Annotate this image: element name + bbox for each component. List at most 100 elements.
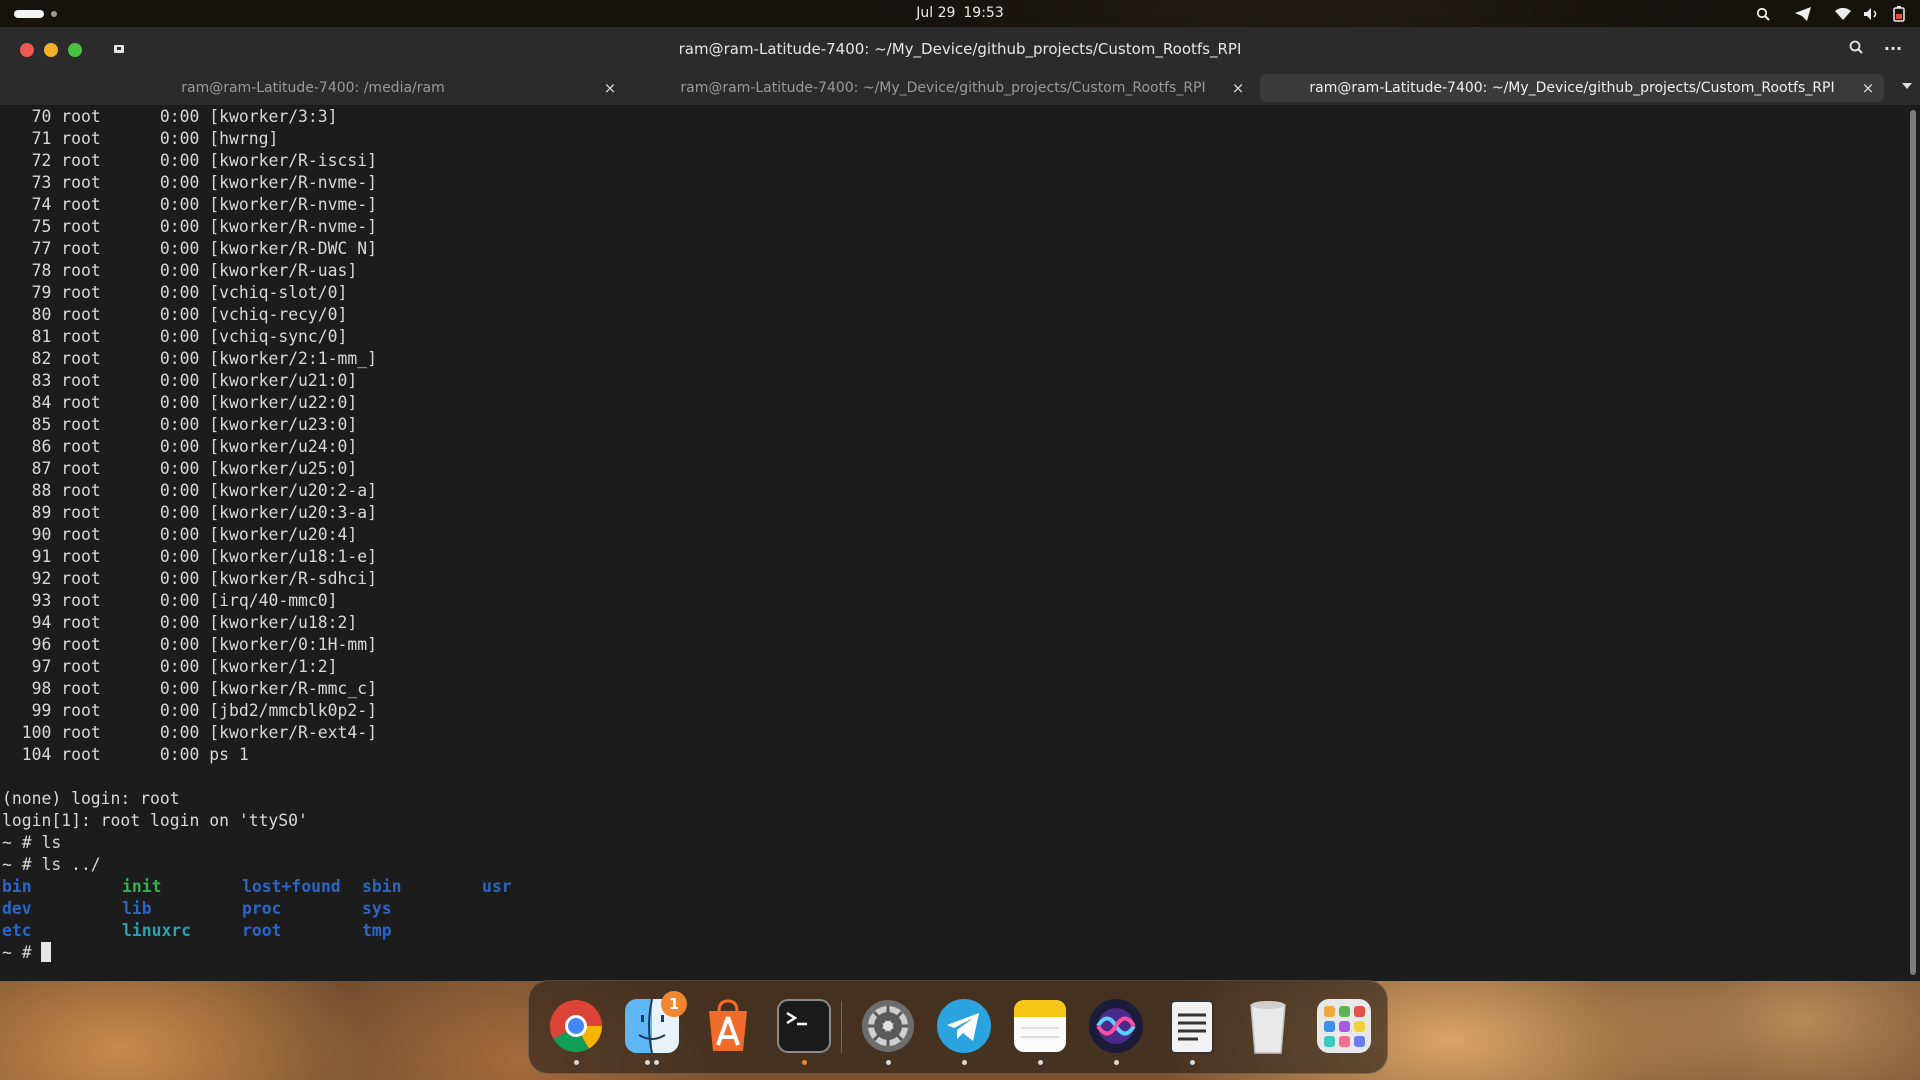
search-icon[interactable] <box>1752 3 1774 25</box>
process-user: root <box>61 613 160 632</box>
process-pid: 81 <box>2 327 62 346</box>
clock[interactable]: Jul 29 19:53 <box>0 5 1920 21</box>
finder-icon[interactable]: 1 <box>623 991 687 1065</box>
process-time: 0:00 <box>159 239 210 258</box>
ls-entry: etc <box>2 921 32 940</box>
terminal-line: ~ # ls <box>2 833 62 852</box>
process-row: 100 root 0:00 [kworker/R-ext4-] <box>0 722 1900 744</box>
process-command: [kworker/u18:1-e] <box>209 547 378 566</box>
process-time: 0:00 <box>159 393 210 412</box>
tab-close-icon[interactable]: × <box>1860 74 1876 102</box>
tab-list-dropdown-icon[interactable] <box>1902 83 1912 89</box>
process-time: 0:00 <box>159 635 210 654</box>
app-store-icon[interactable] <box>699 997 757 1055</box>
clock-time: 19:53 <box>963 5 1004 21</box>
process-command: [kworker/R-sdhci] <box>209 569 378 588</box>
process-time: 0:00 <box>159 305 210 324</box>
text-editor-icon[interactable] <box>1163 997 1221 1065</box>
ls-output-row: etc linuxrc root tmp <box>0 920 1900 942</box>
ls-entry: sbin <box>362 877 402 896</box>
process-pid: 94 <box>2 613 62 632</box>
command-prompt[interactable]: ~ # <box>0 942 1900 964</box>
process-time: 0:00 <box>159 129 210 148</box>
process-time: 0:00 <box>159 415 210 434</box>
process-time: 0:00 <box>159 547 210 566</box>
menu-icon[interactable]: ··· <box>1882 39 1904 59</box>
process-time: 0:00 <box>159 261 210 280</box>
ls-entry: linuxrc <box>122 921 192 940</box>
process-pid: 77 <box>2 239 62 258</box>
notes-icon[interactable] <box>1011 997 1069 1065</box>
battery-icon[interactable] <box>1888 3 1910 25</box>
process-time: 0:00 <box>159 459 210 478</box>
process-command: [kworker/R-iscsi] <box>209 151 378 170</box>
process-pid: 93 <box>2 591 62 610</box>
process-command: [hwrng] <box>209 129 279 148</box>
process-pid: 83 <box>2 371 62 390</box>
telegram-icon[interactable] <box>935 997 993 1065</box>
process-pid: 84 <box>2 393 62 412</box>
terminal-icon[interactable] <box>775 997 833 1065</box>
process-row: 74 root 0:00 [kworker/R-nvme-] <box>0 194 1900 216</box>
running-indicator <box>1190 1060 1195 1065</box>
process-time: 0:00 <box>159 217 210 236</box>
tab-custom-rootfs-2[interactable]: ram@ram-Latitude-7400: ~/My_Device/githu… <box>1260 74 1884 102</box>
trash-icon[interactable] <box>1239 997 1297 1055</box>
terminal-line: login[1]: root login on 'ttyS0' <box>2 811 308 830</box>
process-command: [kworker/u20:3-a] <box>209 503 378 522</box>
process-command: [kworker/u24:0] <box>209 437 358 456</box>
process-user: root <box>61 481 160 500</box>
system-tray <box>1746 3 1910 25</box>
process-user: root <box>61 305 160 324</box>
process-row: 82 root 0:00 [kworker/2:1-mm_] <box>0 348 1900 370</box>
window-titlebar[interactable]: ram@ram-Latitude-7400: ~/My_Device/githu… <box>0 27 1920 71</box>
terminal-scrollbar[interactable] <box>1910 110 1916 975</box>
system-settings-icon[interactable] <box>859 997 917 1065</box>
terminal-output[interactable]: 70 root 0:00 [kworker/3:3] 71 root 0:00 … <box>0 106 1900 981</box>
ls-entry: bin <box>2 877 32 896</box>
process-row: 89 root 0:00 [kworker/u20:3-a] <box>0 502 1900 524</box>
process-pid: 88 <box>2 481 62 500</box>
process-time: 0:00 <box>159 569 210 588</box>
process-time: 0:00 <box>159 107 210 126</box>
process-user: root <box>61 349 160 368</box>
process-row: 88 root 0:00 [kworker/u20:2-a] <box>0 480 1900 502</box>
process-pid: 97 <box>2 657 62 676</box>
process-command: [kworker/u23:0] <box>209 415 358 434</box>
process-command: [kworker/0:1H-mm] <box>209 635 378 654</box>
process-pid: 91 <box>2 547 62 566</box>
ls-output-row: bin init lost+found sbin usr <box>0 876 1900 898</box>
process-row: 70 root 0:00 [kworker/3:3] <box>0 106 1900 128</box>
process-command: [kworker/u21:0] <box>209 371 358 390</box>
process-time: 0:00 <box>159 283 210 302</box>
process-time: 0:00 <box>159 613 210 632</box>
tab-custom-rootfs-1[interactable]: ram@ram-Latitude-7400: ~/My_Device/githu… <box>632 74 1254 102</box>
process-pid: 80 <box>2 305 62 324</box>
tab-close-icon[interactable]: × <box>1230 74 1246 102</box>
chrome-icon[interactable] <box>547 997 605 1065</box>
wifi-icon[interactable] <box>1832 3 1854 25</box>
tab-media-ram[interactable]: ram@ram-Latitude-7400: /media/ram × <box>0 74 626 102</box>
ls-entry: root <box>242 921 282 940</box>
launchpad-icon[interactable] <box>1315 997 1373 1055</box>
process-user: root <box>61 261 160 280</box>
telegram-tray-icon[interactable] <box>1792 3 1814 25</box>
process-command: [kworker/2:1-mm_] <box>209 349 378 368</box>
process-command: [vchiq-sync/0] <box>209 327 348 346</box>
siri-icon[interactable] <box>1087 997 1145 1065</box>
process-row: 77 root 0:00 [kworker/R-DWC N] <box>0 238 1900 260</box>
ls-entry: tmp <box>362 921 392 940</box>
process-command: [irq/40-mmc0] <box>209 591 338 610</box>
terminal-search-icon[interactable] <box>1848 39 1868 59</box>
process-row: 96 root 0:00 [kworker/0:1H-mm] <box>0 634 1900 656</box>
volume-icon[interactable] <box>1860 3 1882 25</box>
process-row: 86 root 0:00 [kworker/u24:0] <box>0 436 1900 458</box>
terminal-line: (none) login: root <box>2 789 180 808</box>
process-command: [kworker/R-mmc_c] <box>209 679 378 698</box>
running-indicator <box>654 1060 659 1065</box>
tab-close-icon[interactable]: × <box>602 74 618 102</box>
process-user: root <box>61 547 160 566</box>
process-pid: 96 <box>2 635 62 654</box>
process-user: root <box>61 591 160 610</box>
ls-entry: proc <box>242 899 282 918</box>
